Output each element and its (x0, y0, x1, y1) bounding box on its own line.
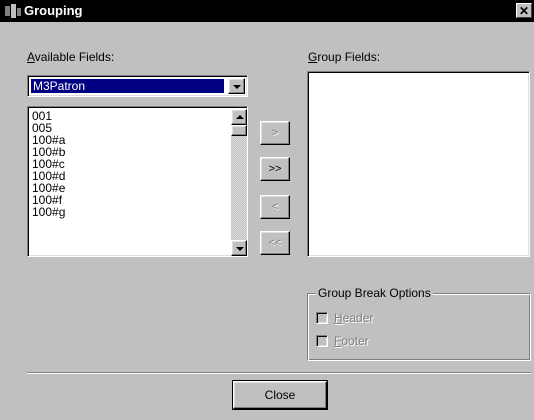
arrow-up-icon (236, 115, 244, 119)
add-all-fields-button[interactable]: >> (260, 157, 290, 181)
close-button[interactable]: Close (232, 380, 328, 410)
available-fields-dropdown[interactable]: M3Patron (27, 75, 248, 97)
group-fields-list[interactable] (307, 71, 530, 257)
arrow-down-icon (236, 247, 244, 251)
close-icon[interactable]: ✕ (516, 3, 532, 18)
header-checkbox[interactable] (316, 312, 328, 324)
separator-line (27, 372, 531, 374)
scroll-down-button[interactable] (231, 240, 247, 256)
footer-checkbox-label: Footer (334, 334, 369, 348)
header-checkbox-label: Header (334, 311, 374, 325)
app-icon (5, 4, 21, 18)
dropdown-arrow-button[interactable] (228, 78, 245, 94)
available-fields-items: 001 005 100#a 100#b 100#c 100#d 100#e 100#f 100#… (31, 110, 227, 218)
chevron-down-icon (233, 85, 241, 89)
dropdown-selected-value: M3Patron (30, 78, 225, 94)
window-title: Grouping (24, 3, 83, 18)
scroll-thumb[interactable] (231, 125, 247, 136)
group-break-options-box: Group Break Options Header Footer (307, 286, 531, 361)
footer-checkbox[interactable] (316, 335, 328, 347)
remove-field-button[interactable]: < (260, 195, 290, 219)
scroll-up-button[interactable] (231, 109, 247, 125)
list-item[interactable]: 001 (31, 110, 227, 122)
group-break-options-legend: Group Break Options (316, 286, 433, 300)
available-fields-label: Available Fields: (27, 50, 115, 64)
add-field-button[interactable]: > (260, 121, 290, 145)
title-bar: Grouping ✕ (0, 0, 534, 22)
list-item[interactable]: 100#g (31, 206, 227, 218)
remove-all-fields-button[interactable]: << (260, 231, 290, 255)
available-fields-list[interactable]: 001 005 100#a 100#b 100#c 100#d 100#e 100#f 100#… (27, 106, 248, 257)
group-fields-label: Group Fields: (308, 50, 381, 64)
vertical-scrollbar[interactable] (231, 109, 247, 256)
